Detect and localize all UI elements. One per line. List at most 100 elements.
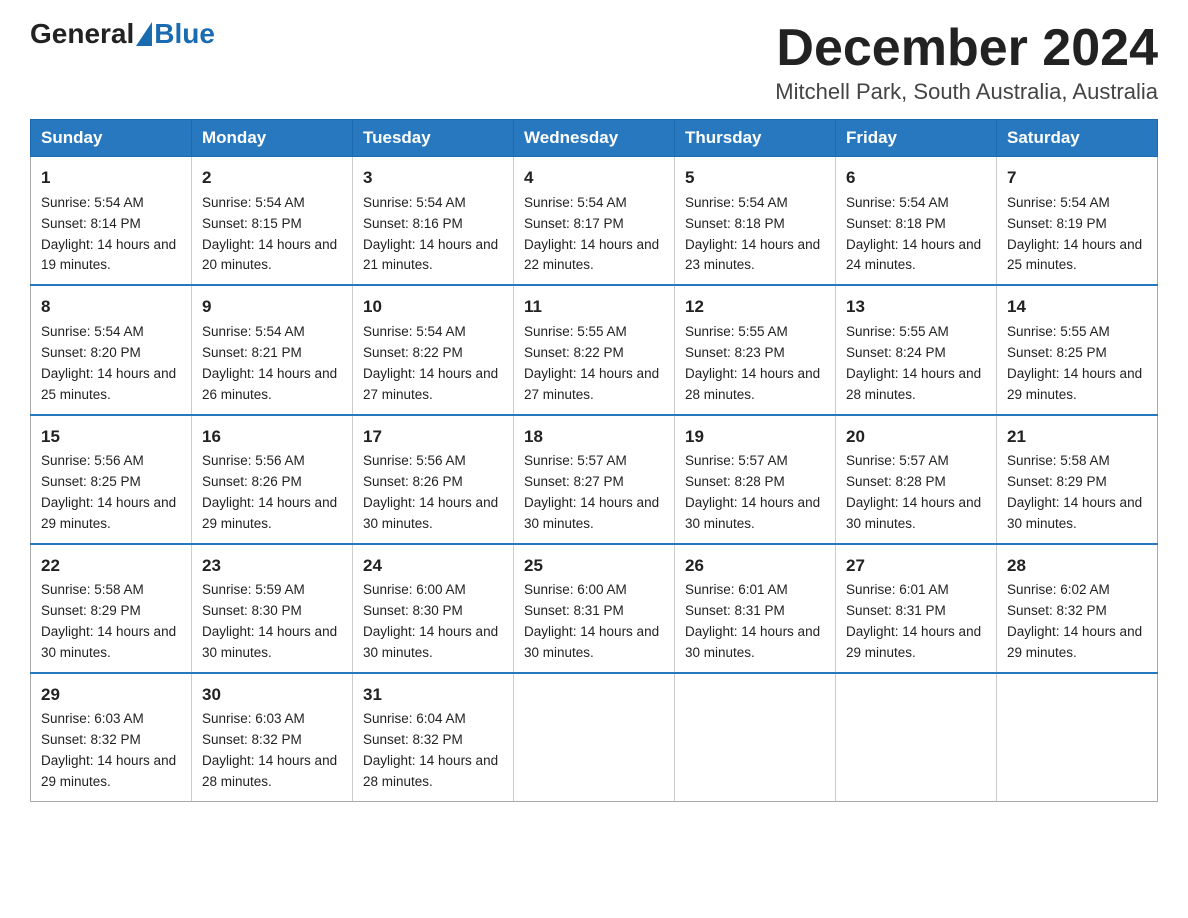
- title-area: December 2024 Mitchell Park, South Austr…: [775, 20, 1158, 105]
- header-monday: Monday: [192, 120, 353, 157]
- table-row: 14Sunrise: 5:55 AMSunset: 8:25 PMDayligh…: [997, 285, 1158, 414]
- day-info: Sunrise: 5:57 AMSunset: 8:28 PMDaylight:…: [846, 451, 986, 535]
- day-info: Sunrise: 6:00 AMSunset: 8:30 PMDaylight:…: [363, 580, 503, 664]
- day-info: Sunrise: 5:54 AMSunset: 8:19 PMDaylight:…: [1007, 193, 1147, 277]
- day-info: Sunrise: 6:02 AMSunset: 8:32 PMDaylight:…: [1007, 580, 1147, 664]
- table-row: 17Sunrise: 5:56 AMSunset: 8:26 PMDayligh…: [353, 415, 514, 544]
- day-number: 5: [685, 165, 825, 191]
- day-number: 8: [41, 294, 181, 320]
- day-info: Sunrise: 5:54 AMSunset: 8:17 PMDaylight:…: [524, 193, 664, 277]
- table-row: 7Sunrise: 5:54 AMSunset: 8:19 PMDaylight…: [997, 157, 1158, 286]
- day-info: Sunrise: 5:55 AMSunset: 8:23 PMDaylight:…: [685, 322, 825, 406]
- day-number: 26: [685, 553, 825, 579]
- calendar-week-1: 1Sunrise: 5:54 AMSunset: 8:14 PMDaylight…: [31, 157, 1158, 286]
- calendar-week-3: 15Sunrise: 5:56 AMSunset: 8:25 PMDayligh…: [31, 415, 1158, 544]
- table-row: [514, 673, 675, 802]
- table-row: 11Sunrise: 5:55 AMSunset: 8:22 PMDayligh…: [514, 285, 675, 414]
- logo: General Blue: [30, 20, 215, 48]
- table-row: 2Sunrise: 5:54 AMSunset: 8:15 PMDaylight…: [192, 157, 353, 286]
- table-row: 3Sunrise: 5:54 AMSunset: 8:16 PMDaylight…: [353, 157, 514, 286]
- table-row: 23Sunrise: 5:59 AMSunset: 8:30 PMDayligh…: [192, 544, 353, 673]
- table-row: 21Sunrise: 5:58 AMSunset: 8:29 PMDayligh…: [997, 415, 1158, 544]
- day-info: Sunrise: 5:56 AMSunset: 8:25 PMDaylight:…: [41, 451, 181, 535]
- table-row: 12Sunrise: 5:55 AMSunset: 8:23 PMDayligh…: [675, 285, 836, 414]
- table-row: 4Sunrise: 5:54 AMSunset: 8:17 PMDaylight…: [514, 157, 675, 286]
- logo-triangle-icon: [136, 22, 152, 46]
- day-number: 29: [41, 682, 181, 708]
- day-info: Sunrise: 6:03 AMSunset: 8:32 PMDaylight:…: [41, 709, 181, 793]
- calendar-week-4: 22Sunrise: 5:58 AMSunset: 8:29 PMDayligh…: [31, 544, 1158, 673]
- day-info: Sunrise: 5:59 AMSunset: 8:30 PMDaylight:…: [202, 580, 342, 664]
- day-number: 12: [685, 294, 825, 320]
- day-number: 22: [41, 553, 181, 579]
- day-number: 3: [363, 165, 503, 191]
- day-info: Sunrise: 5:54 AMSunset: 8:15 PMDaylight:…: [202, 193, 342, 277]
- table-row: [675, 673, 836, 802]
- table-row: 13Sunrise: 5:55 AMSunset: 8:24 PMDayligh…: [836, 285, 997, 414]
- table-row: 27Sunrise: 6:01 AMSunset: 8:31 PMDayligh…: [836, 544, 997, 673]
- table-row: 25Sunrise: 6:00 AMSunset: 8:31 PMDayligh…: [514, 544, 675, 673]
- day-info: Sunrise: 6:00 AMSunset: 8:31 PMDaylight:…: [524, 580, 664, 664]
- day-number: 4: [524, 165, 664, 191]
- day-number: 23: [202, 553, 342, 579]
- table-row: 16Sunrise: 5:56 AMSunset: 8:26 PMDayligh…: [192, 415, 353, 544]
- day-info: Sunrise: 6:01 AMSunset: 8:31 PMDaylight:…: [685, 580, 825, 664]
- day-number: 7: [1007, 165, 1147, 191]
- day-number: 1: [41, 165, 181, 191]
- calendar-table: Sunday Monday Tuesday Wednesday Thursday…: [30, 119, 1158, 802]
- table-row: [836, 673, 997, 802]
- day-number: 6: [846, 165, 986, 191]
- day-info: Sunrise: 5:54 AMSunset: 8:18 PMDaylight:…: [846, 193, 986, 277]
- day-info: Sunrise: 6:03 AMSunset: 8:32 PMDaylight:…: [202, 709, 342, 793]
- header-saturday: Saturday: [997, 120, 1158, 157]
- table-row: 8Sunrise: 5:54 AMSunset: 8:20 PMDaylight…: [31, 285, 192, 414]
- header-tuesday: Tuesday: [353, 120, 514, 157]
- header-friday: Friday: [836, 120, 997, 157]
- day-number: 10: [363, 294, 503, 320]
- day-number: 19: [685, 424, 825, 450]
- day-number: 13: [846, 294, 986, 320]
- day-info: Sunrise: 5:54 AMSunset: 8:20 PMDaylight:…: [41, 322, 181, 406]
- day-number: 24: [363, 553, 503, 579]
- header-wednesday: Wednesday: [514, 120, 675, 157]
- day-info: Sunrise: 5:55 AMSunset: 8:25 PMDaylight:…: [1007, 322, 1147, 406]
- table-row: 9Sunrise: 5:54 AMSunset: 8:21 PMDaylight…: [192, 285, 353, 414]
- table-row: 22Sunrise: 5:58 AMSunset: 8:29 PMDayligh…: [31, 544, 192, 673]
- day-number: 21: [1007, 424, 1147, 450]
- header-sunday: Sunday: [31, 120, 192, 157]
- table-row: 6Sunrise: 5:54 AMSunset: 8:18 PMDaylight…: [836, 157, 997, 286]
- day-info: Sunrise: 5:54 AMSunset: 8:16 PMDaylight:…: [363, 193, 503, 277]
- day-number: 18: [524, 424, 664, 450]
- day-info: Sunrise: 5:58 AMSunset: 8:29 PMDaylight:…: [1007, 451, 1147, 535]
- day-number: 28: [1007, 553, 1147, 579]
- logo-general-text: General: [30, 20, 134, 48]
- month-title: December 2024: [775, 20, 1158, 77]
- day-number: 27: [846, 553, 986, 579]
- location-subtitle: Mitchell Park, South Australia, Australi…: [775, 79, 1158, 105]
- table-row: 1Sunrise: 5:54 AMSunset: 8:14 PMDaylight…: [31, 157, 192, 286]
- day-info: Sunrise: 5:54 AMSunset: 8:21 PMDaylight:…: [202, 322, 342, 406]
- table-row: 30Sunrise: 6:03 AMSunset: 8:32 PMDayligh…: [192, 673, 353, 802]
- calendar-header-row: Sunday Monday Tuesday Wednesday Thursday…: [31, 120, 1158, 157]
- day-info: Sunrise: 6:01 AMSunset: 8:31 PMDaylight:…: [846, 580, 986, 664]
- table-row: 28Sunrise: 6:02 AMSunset: 8:32 PMDayligh…: [997, 544, 1158, 673]
- day-info: Sunrise: 5:57 AMSunset: 8:28 PMDaylight:…: [685, 451, 825, 535]
- logo-blue-text: Blue: [154, 20, 215, 48]
- calendar-week-2: 8Sunrise: 5:54 AMSunset: 8:20 PMDaylight…: [31, 285, 1158, 414]
- table-row: 31Sunrise: 6:04 AMSunset: 8:32 PMDayligh…: [353, 673, 514, 802]
- day-number: 2: [202, 165, 342, 191]
- day-info: Sunrise: 5:54 AMSunset: 8:18 PMDaylight:…: [685, 193, 825, 277]
- table-row: 29Sunrise: 6:03 AMSunset: 8:32 PMDayligh…: [31, 673, 192, 802]
- day-info: Sunrise: 5:58 AMSunset: 8:29 PMDaylight:…: [41, 580, 181, 664]
- day-number: 25: [524, 553, 664, 579]
- day-number: 30: [202, 682, 342, 708]
- day-number: 17: [363, 424, 503, 450]
- day-info: Sunrise: 5:55 AMSunset: 8:24 PMDaylight:…: [846, 322, 986, 406]
- day-info: Sunrise: 5:57 AMSunset: 8:27 PMDaylight:…: [524, 451, 664, 535]
- header-thursday: Thursday: [675, 120, 836, 157]
- calendar-week-5: 29Sunrise: 6:03 AMSunset: 8:32 PMDayligh…: [31, 673, 1158, 802]
- day-info: Sunrise: 5:55 AMSunset: 8:22 PMDaylight:…: [524, 322, 664, 406]
- day-info: Sunrise: 6:04 AMSunset: 8:32 PMDaylight:…: [363, 709, 503, 793]
- table-row: [997, 673, 1158, 802]
- day-number: 31: [363, 682, 503, 708]
